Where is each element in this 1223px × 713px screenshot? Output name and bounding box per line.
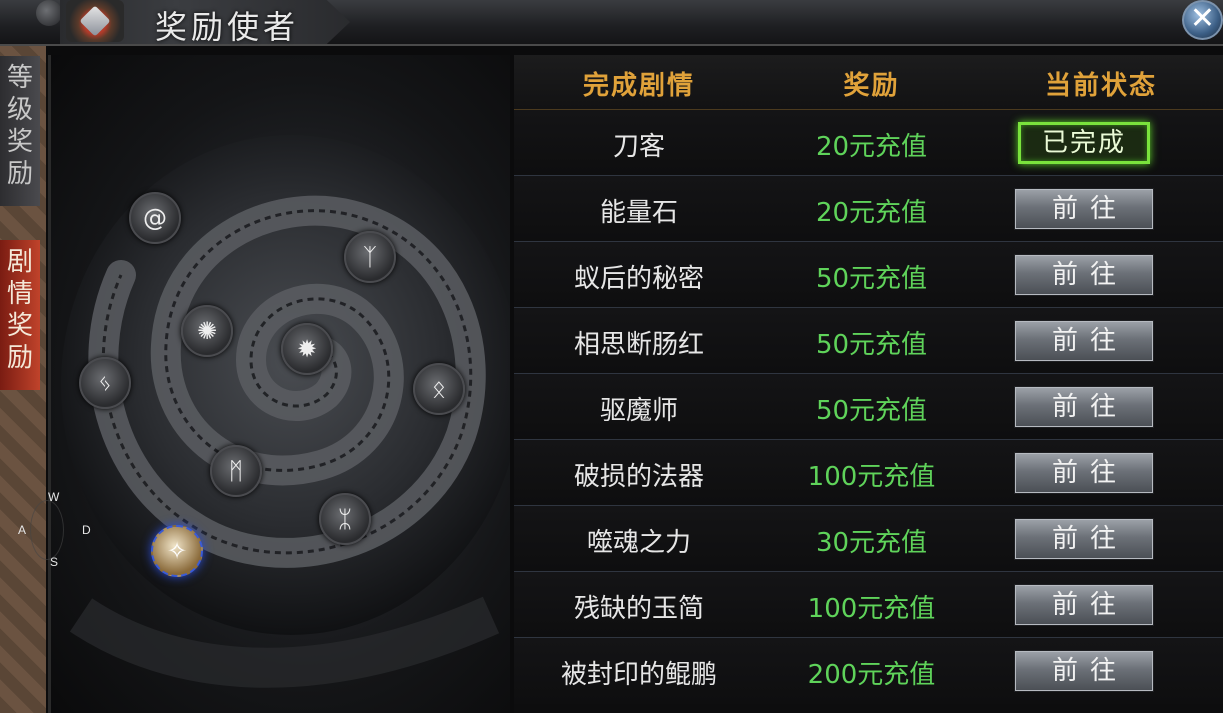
reward-value: 100元充值 — [807, 462, 936, 492]
swirl-rune-icon[interactable]: @ — [129, 192, 181, 244]
tab-level-rewards[interactable]: 等 级 奖 励 — [0, 56, 40, 206]
reward-value: 30元充值 — [815, 528, 928, 558]
key-s-label: S — [50, 555, 59, 569]
header-status: 当前状态 — [1044, 71, 1157, 101]
header-reward: 奖励 — [843, 71, 900, 101]
tab-char: 奖 — [6, 311, 33, 341]
go-button[interactable]: 前往 — [1014, 320, 1154, 362]
table-header: 完成剧情 奖励 当前状态 — [514, 55, 1223, 110]
header-story: 完成剧情 — [582, 71, 695, 101]
tab-char: 情 — [6, 279, 33, 309]
completed-badge: 已完成 — [1018, 122, 1150, 164]
story-name: 驱魔师 — [599, 396, 678, 426]
table-row: 驱魔师 50元充值 前往 — [514, 374, 1223, 440]
tab-char: 奖 — [6, 127, 33, 157]
go-button[interactable]: 前往 — [1014, 518, 1154, 560]
wing-rune-icon[interactable]: ᛃ — [79, 357, 131, 409]
go-button[interactable]: 前往 — [1014, 386, 1154, 428]
title-bar: 奖励使者 ✕ — [0, 0, 1223, 46]
story-name: 破损的法器 — [573, 462, 704, 492]
reward-value: 200元充值 — [807, 660, 936, 690]
reward-value: 20元充值 — [815, 132, 928, 162]
table-row: 破损的法器 100元充值 前往 — [514, 440, 1223, 506]
go-button[interactable]: 前往 — [1014, 254, 1154, 296]
table-row: 刀客 20元充值 已完成 — [514, 110, 1223, 176]
tab-char: 剧 — [6, 247, 33, 277]
sun-rune-icon[interactable]: ✹ — [281, 323, 333, 375]
table-row: 相思断肠红 50元充值 前往 — [514, 308, 1223, 374]
reward-value: 50元充值 — [815, 396, 928, 426]
tab-char: 励 — [6, 343, 33, 373]
table-row: 噬魂之力 30元充值 前往 — [514, 506, 1223, 572]
flame-rune-icon[interactable]: ᛟ — [413, 363, 465, 415]
tab-story-rewards[interactable]: 剧 情 奖 励 — [0, 240, 40, 390]
claw-rune-icon[interactable]: ᛉ — [344, 231, 396, 283]
reward-value: 100元充值 — [807, 594, 936, 624]
reward-table: 完成剧情 奖励 当前状态 刀客 20元充值 已完成 能量石 20元充值 前往 蚁… — [514, 55, 1223, 713]
table-row: 残缺的玉简 100元充值 前往 — [514, 572, 1223, 638]
story-name: 蚁后的秘密 — [573, 264, 704, 294]
story-name: 能量石 — [599, 198, 678, 228]
go-button[interactable]: 前往 — [1014, 650, 1154, 692]
movement-dial — [30, 500, 64, 560]
reward-value: 50元充值 — [815, 330, 928, 360]
table-row: 蚁后的秘密 50元充值 前往 — [514, 242, 1223, 308]
go-button[interactable]: 前往 — [1014, 452, 1154, 494]
corner-orb-decoration — [36, 0, 62, 26]
story-name: 刀客 — [612, 132, 665, 162]
key-a-label: A — [18, 523, 27, 537]
spark-rune-icon[interactable]: ✧ — [151, 525, 203, 577]
story-name: 残缺的玉简 — [573, 594, 704, 624]
table-row: 被封印的鲲鹏 200元充值 前往 — [514, 638, 1223, 704]
go-button[interactable]: 前往 — [1014, 188, 1154, 230]
reward-value: 50元充值 — [815, 264, 928, 294]
window-title: 奖励使者 — [155, 8, 300, 46]
story-map: @ ᛉ ✺ ✹ ᛃ ᛟ ᛗ ᛯ ✧ — [48, 55, 510, 713]
tab-char: 励 — [6, 159, 33, 189]
tab-char: 等 — [6, 63, 33, 93]
story-name: 相思断肠红 — [573, 330, 704, 360]
table-row: 能量石 20元充值 前往 — [514, 176, 1223, 242]
reward-envoy-emblem-icon — [66, 0, 124, 42]
demon-rune-icon[interactable]: ᛗ — [210, 445, 262, 497]
go-button[interactable]: 前往 — [1014, 584, 1154, 626]
reward-value: 20元充值 — [815, 198, 928, 228]
story-name: 被封印的鲲鹏 — [560, 660, 717, 690]
story-name: 噬魂之力 — [586, 528, 691, 558]
feather-rune-icon[interactable]: ᛯ — [319, 493, 371, 545]
key-d-label: D — [82, 523, 91, 537]
cloud-rune-icon[interactable]: ✺ — [181, 305, 233, 357]
tab-char: 级 — [6, 95, 33, 125]
close-button[interactable]: ✕ — [1182, 0, 1223, 40]
key-w-label: W — [48, 490, 60, 504]
